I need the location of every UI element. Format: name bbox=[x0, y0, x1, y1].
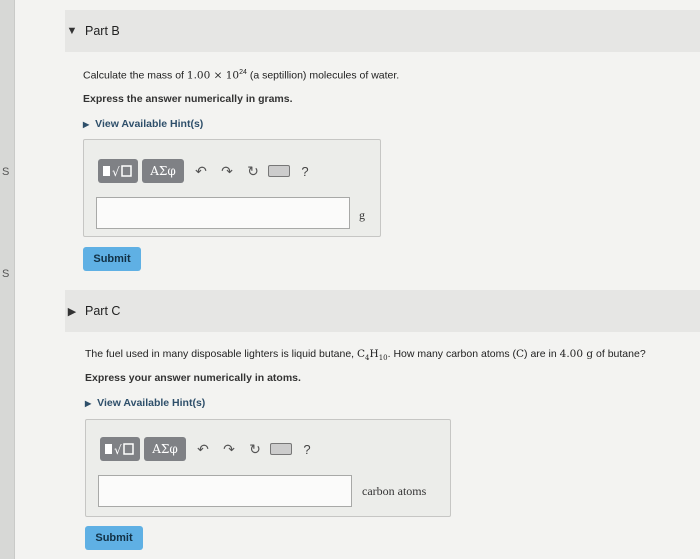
part-b-instruction: Express the answer numerically in grams. bbox=[83, 93, 293, 105]
keyboard-icon[interactable] bbox=[266, 159, 292, 183]
svg-text:√: √ bbox=[112, 165, 120, 179]
collapse-caret-icon[interactable]: ▼ bbox=[65, 25, 79, 37]
part-c-unit: carbon atoms bbox=[362, 484, 427, 498]
undo-icon[interactable]: ↶ bbox=[190, 437, 216, 461]
part-b-title: Part B bbox=[85, 24, 120, 38]
templates-icon: √ bbox=[103, 165, 132, 179]
symbols-button[interactable]: ΑΣφ bbox=[142, 159, 184, 183]
left-edge-fragment: S bbox=[2, 166, 10, 178]
part-c-toolbar: √ ΑΣφ ↶ ↷ ↻ ? bbox=[100, 436, 320, 462]
redo-icon[interactable]: ↷ bbox=[214, 159, 240, 183]
part-c-hint-link[interactable]: ▶ View Available Hint(s) bbox=[85, 397, 205, 409]
part-b-header[interactable]: ▼ Part B bbox=[65, 10, 700, 52]
collapsed-caret-icon[interactable]: ▶ bbox=[65, 305, 79, 318]
part-c-instruction: Express your answer numerically in atoms… bbox=[85, 372, 301, 384]
templates-button[interactable]: √ bbox=[98, 159, 138, 183]
symbols-button[interactable]: ΑΣφ bbox=[144, 437, 186, 461]
part-b-toolbar: √ ΑΣφ ↶ ↷ ↻ ? bbox=[98, 158, 318, 184]
templates-icon: √ bbox=[105, 443, 134, 457]
redo-icon[interactable]: ↷ bbox=[216, 437, 242, 461]
part-c-header[interactable]: ▶ Part C bbox=[65, 290, 700, 332]
help-icon[interactable]: ? bbox=[292, 159, 318, 183]
page: ▼ Part B Calculate the mass of 1.00 × 10… bbox=[15, 0, 700, 559]
part-b-submit-button[interactable]: Submit bbox=[83, 247, 141, 271]
part-b-answer-box: √ ΑΣφ ↶ ↷ ↻ ? g bbox=[83, 139, 381, 237]
part-c-answer-input[interactable] bbox=[98, 475, 352, 507]
part-b-question: Calculate the mass of 1.00 × 1024 (a sep… bbox=[83, 69, 400, 82]
part-c-question: The fuel used in many disposable lighter… bbox=[85, 348, 646, 363]
reset-icon[interactable]: ↻ bbox=[240, 159, 266, 183]
left-edge-strip: S S bbox=[0, 0, 15, 559]
expand-triangle-icon: ▶ bbox=[83, 120, 90, 129]
part-c-answer-box: √ ΑΣφ ↶ ↷ ↻ ? carbon atoms bbox=[85, 419, 451, 517]
reset-icon[interactable]: ↻ bbox=[242, 437, 268, 461]
svg-text:√: √ bbox=[114, 443, 122, 457]
undo-icon[interactable]: ↶ bbox=[188, 159, 214, 183]
part-b-hint-link[interactable]: ▶ View Available Hint(s) bbox=[83, 118, 203, 130]
templates-button[interactable]: √ bbox=[100, 437, 140, 461]
expand-triangle-icon: ▶ bbox=[85, 399, 92, 408]
help-icon[interactable]: ? bbox=[294, 437, 320, 461]
part-b-answer-input[interactable] bbox=[96, 197, 350, 229]
left-edge-fragment: S bbox=[2, 268, 10, 280]
part-c-title: Part C bbox=[85, 304, 121, 318]
part-b-unit: g bbox=[359, 208, 365, 222]
part-c-submit-button[interactable]: Submit bbox=[85, 526, 143, 550]
keyboard-icon[interactable] bbox=[268, 437, 294, 461]
